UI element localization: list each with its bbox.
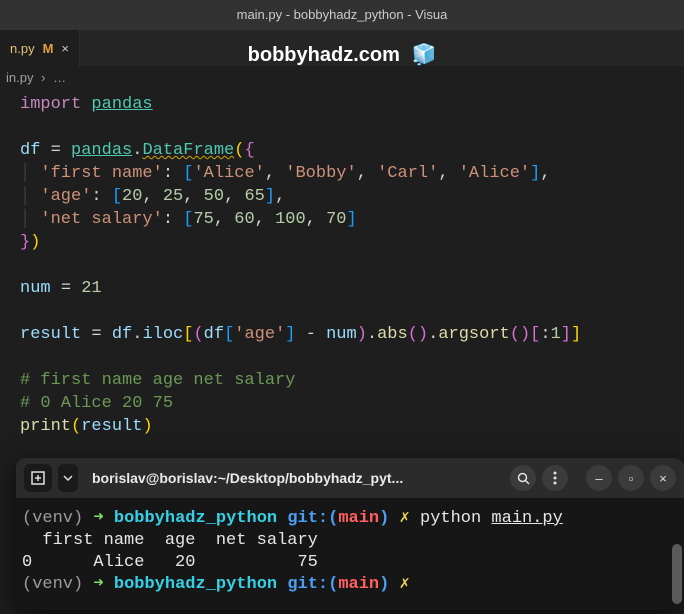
code-line [20,300,664,323]
code-line: import pandas [20,93,664,116]
close-icon[interactable]: × [61,41,69,56]
maximize-icon: ▫ [629,471,634,486]
terminal-line: (venv) ➜ bobbyhadz_python git:(main) ✗ [22,574,678,596]
menu-button[interactable] [542,465,568,491]
search-icon [517,472,530,485]
dropdown-button[interactable] [58,464,78,492]
window-title: main.py - bobbyhadz_python - Visua [237,7,448,22]
tab-bar: n.py M × [0,30,684,66]
terminal-title: borislav@borislav:~/Desktop/bobbyhadz_py… [84,470,504,486]
code-line: }) [20,231,664,254]
terminal-body[interactable]: (venv) ➜ bobbyhadz_python git:(main) ✗ p… [16,498,684,610]
new-tab-button[interactable] [24,464,52,492]
scrollbar[interactable] [672,544,682,604]
modified-indicator: M [43,41,54,56]
code-line: # 0 Alice 20 75 [20,392,664,415]
minimize-button[interactable]: – [586,465,612,491]
terminal-line: (venv) ➜ bobbyhadz_python git:(main) ✗ p… [22,508,678,530]
close-button[interactable]: × [650,465,676,491]
close-icon: × [659,471,667,486]
code-line: result = df.iloc[(df['age'] - num).abs()… [20,323,664,346]
tab-label: n.py [10,41,35,56]
terminal-line: first name age net salary [22,530,678,552]
breadcrumb-more: … [53,70,66,85]
code-line: │ 'first name': ['Alice', 'Bobby', 'Carl… [20,162,664,185]
code-line: df = pandas.DataFrame({ [20,139,664,162]
terminal-header: borislav@borislav:~/Desktop/bobbyhadz_py… [16,458,684,498]
chevron-down-icon [63,475,73,481]
maximize-button[interactable]: ▫ [618,465,644,491]
window-title-bar: main.py - bobbyhadz_python - Visua [0,0,684,30]
terminal-window: borislav@borislav:~/Desktop/bobbyhadz_py… [16,458,684,610]
code-line: # first name age net salary [20,369,664,392]
code-editor[interactable]: import pandas df = pandas.DataFrame({ │ … [0,89,684,442]
code-line: num = 21 [20,277,664,300]
minimize-icon: – [595,471,602,486]
code-line: │ 'age': [20, 25, 50, 65], [20,185,664,208]
code-line [20,346,664,369]
breadcrumb-file: in.py [6,70,33,85]
code-line: │ 'net salary': [75, 60, 100, 70] [20,208,664,231]
code-line [20,116,664,139]
tab-main-py[interactable]: n.py M × [0,30,80,66]
search-button[interactable] [510,465,536,491]
breadcrumb-sep: › [41,70,45,85]
terminal-line: 0 Alice 20 75 [22,552,678,574]
breadcrumb[interactable]: in.py › … [0,66,684,89]
code-line [20,254,664,277]
code-line: print(result) [20,415,664,438]
plus-icon [31,471,45,485]
kebab-icon [553,471,557,485]
